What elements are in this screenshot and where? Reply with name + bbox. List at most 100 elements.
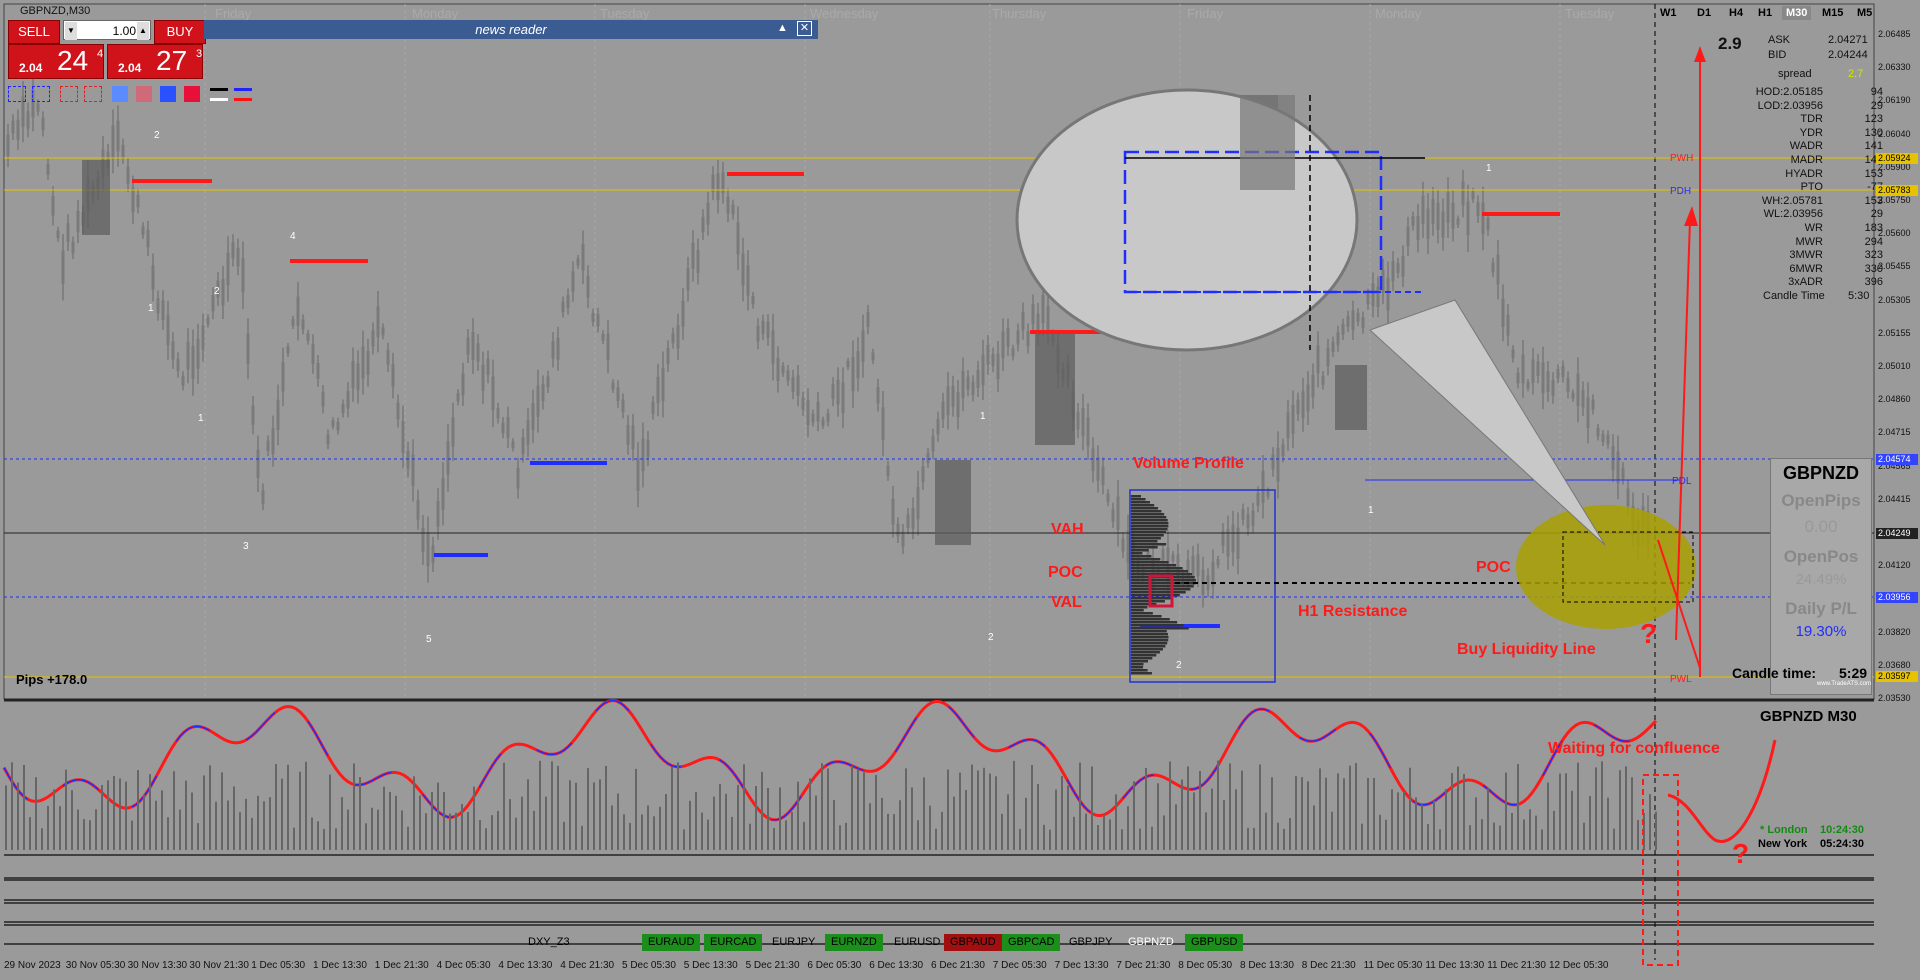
candle-body [466, 337, 470, 355]
symbol-tab-dxy_z3[interactable]: DXY_Z3 [522, 934, 576, 951]
price-axis-label: 2.05455 [1878, 261, 1911, 272]
candle-body [1621, 467, 1625, 479]
lot-size-input[interactable]: ▼ 1.00 ▲ [63, 20, 151, 40]
symbol-tab-euraud[interactable]: EURAUD [642, 934, 701, 951]
symbol-tab-gbpcad[interactable]: GBPCAD [1002, 934, 1061, 951]
time-axis-label: 1 Dec 05:30 [251, 960, 306, 971]
volume-profile-bar [1131, 669, 1148, 672]
candle-body [1566, 378, 1570, 392]
symbol-tab-gbpnzd[interactable]: GBPNZD [1122, 934, 1180, 951]
timeframe-d1[interactable]: D1 [1693, 6, 1715, 20]
info-key: MADR [1790, 154, 1823, 166]
timeframe-m15[interactable]: M15 [1818, 6, 1847, 20]
price-axis-label: 2.05600 [1878, 228, 1911, 239]
zoom-callout-bubble [1015, 88, 1359, 352]
open-pips-value: 0.00 [1804, 517, 1838, 536]
lot-up-arrow-icon[interactable]: ▲ [137, 22, 149, 40]
rect-red-dash-tool-icon[interactable] [84, 86, 102, 102]
candle-body [661, 367, 665, 401]
candle-body [1406, 226, 1410, 247]
buy-price-box[interactable]: 2.04 27 3 [107, 44, 203, 79]
timeframe-m5[interactable]: M5 [1853, 6, 1876, 20]
candle-body [1126, 530, 1130, 564]
day-label: Friday [1187, 6, 1224, 21]
upside-arrow-head-2 [1684, 206, 1698, 226]
candle-body [886, 465, 890, 476]
wave-count-label: 3 [243, 541, 249, 552]
candle-body [141, 226, 145, 235]
candle-body [256, 449, 260, 478]
color-blue-swatch[interactable] [160, 86, 176, 102]
candle-body [361, 346, 365, 379]
candle-body [1486, 217, 1490, 230]
sell-price-pips: 24 [57, 45, 89, 76]
vah-label: VAH [1051, 521, 1084, 538]
candle-body [226, 252, 230, 286]
time-axis-label: 30 Nov 21:30 [189, 960, 249, 971]
price-chart[interactable] [0, 0, 1920, 980]
volume-profile-bar [1131, 540, 1158, 543]
candle-body [636, 458, 640, 491]
color-pink-swatch[interactable] [136, 86, 152, 102]
candle-body [711, 174, 715, 192]
candle-body [1531, 359, 1535, 383]
sell-button[interactable]: SELL [8, 20, 60, 44]
volume-profile-bar [1131, 537, 1161, 540]
wave-count-label: 1 [198, 413, 204, 424]
candle-body [631, 425, 635, 450]
close-icon[interactable]: ✕ [797, 21, 812, 36]
candle-body [376, 306, 380, 338]
symbol-tab-gbpusd[interactable]: GBPUSD [1185, 934, 1244, 951]
rect-red-tool-icon[interactable] [60, 86, 78, 102]
collapse-up-icon[interactable]: ▲ [775, 21, 790, 36]
symbol-tab-gbpjpy[interactable]: GBPJPY [1063, 934, 1118, 951]
candle-body [971, 381, 975, 395]
color-red-swatch[interactable] [184, 86, 200, 102]
candle-body [176, 358, 180, 372]
candle-body [976, 369, 980, 388]
candle-body [801, 397, 805, 410]
symbol-tab-eurjpy[interactable]: EURJPY [766, 934, 821, 951]
wave-count-label: 4 [290, 231, 296, 242]
buy-button[interactable]: BUY [154, 20, 206, 44]
timeframe-h1[interactable]: H1 [1754, 6, 1776, 20]
candle-body [1016, 330, 1020, 345]
candle-body [241, 258, 245, 293]
candle-body [626, 425, 630, 445]
price-axis-label: 2.05750 [1878, 195, 1911, 205]
candle-body [561, 301, 565, 313]
rect-blue-tool-icon[interactable] [8, 86, 26, 102]
candle-body [501, 422, 505, 434]
timeframe-m30[interactable]: M30 [1782, 6, 1812, 20]
candle-body [1551, 379, 1555, 396]
timeframe-w1[interactable]: W1 [1656, 6, 1681, 20]
symbol-tab-eurnzd[interactable]: EURNZD [825, 934, 883, 951]
candle-body [1351, 310, 1355, 331]
news-reader-bar[interactable]: news reader ▲ ✕ [204, 20, 818, 39]
rect-blue-dash-tool-icon[interactable] [32, 86, 50, 102]
color-lightblue-swatch[interactable] [112, 86, 128, 102]
info-key: HYADR [1785, 167, 1823, 180]
poc-highlight-ellipse [1516, 505, 1696, 629]
candle-body [1216, 558, 1220, 566]
symbol-tab-eurusd[interactable]: EURUSD [888, 934, 946, 951]
sell-price-box[interactable]: 2.04 24 4 [8, 44, 104, 79]
line-red-tool-icon[interactable] [234, 98, 252, 101]
candle-body [331, 420, 335, 427]
candle-body [71, 242, 75, 254]
site-credit: www.TradeATS.com [1816, 681, 1871, 687]
candle-body [731, 204, 735, 215]
line-white-tool-icon[interactable] [210, 98, 228, 101]
lot-down-arrow-icon[interactable]: ▼ [65, 22, 77, 40]
timeframe-h4[interactable]: H4 [1725, 6, 1747, 20]
line-blue-tool-icon[interactable] [234, 88, 252, 91]
symbol-tab-eurcad[interactable]: EURCAD [704, 934, 763, 951]
candle-time-label: Candle Time [1763, 290, 1825, 302]
candle-body [111, 125, 115, 158]
candle-body [1116, 496, 1120, 530]
candle-body [596, 314, 600, 327]
candle-body [116, 120, 120, 152]
line-black-tool-icon[interactable] [210, 88, 228, 91]
candle-body [961, 370, 965, 398]
symbol-tab-gbpaud[interactable]: GBPAUD [944, 934, 1002, 951]
